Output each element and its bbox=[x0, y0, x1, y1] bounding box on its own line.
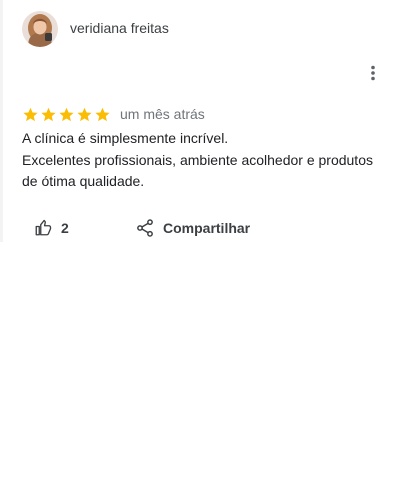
reviewer-name[interactable]: veridiana freitas bbox=[70, 20, 169, 36]
like-count: 2 bbox=[61, 220, 69, 236]
more-options-icon[interactable] bbox=[364, 64, 382, 82]
review-text: A clínica é simplesmente incrível. Excele… bbox=[22, 128, 392, 193]
review-text-line: Excelentes profissionais, ambiente acolh… bbox=[22, 151, 373, 168]
star-icon bbox=[41, 107, 56, 121]
review-card: veridiana freitas um mês atrás A clínica… bbox=[0, 0, 407, 242]
share-icon bbox=[137, 219, 153, 237]
star-icon bbox=[23, 107, 38, 121]
rating-row: um mês atrás bbox=[22, 105, 205, 123]
review-text-line: A clínica é simplesmente incrível. bbox=[22, 130, 229, 146]
star-icon bbox=[77, 107, 92, 121]
avatar-photo bbox=[22, 11, 58, 47]
review-time: um mês atrás bbox=[120, 106, 205, 122]
review-text-line: de ótima qualidade. bbox=[22, 173, 145, 189]
star-icon bbox=[59, 107, 74, 121]
like-button[interactable]: 2 bbox=[34, 215, 69, 241]
reviewer-avatar[interactable] bbox=[22, 11, 58, 47]
star-icon bbox=[95, 107, 110, 121]
thumbs-up-icon bbox=[35, 219, 52, 236]
share-button[interactable]: Compartilhar bbox=[135, 215, 250, 241]
star-rating bbox=[22, 106, 111, 123]
share-label: Compartilhar bbox=[163, 220, 251, 236]
